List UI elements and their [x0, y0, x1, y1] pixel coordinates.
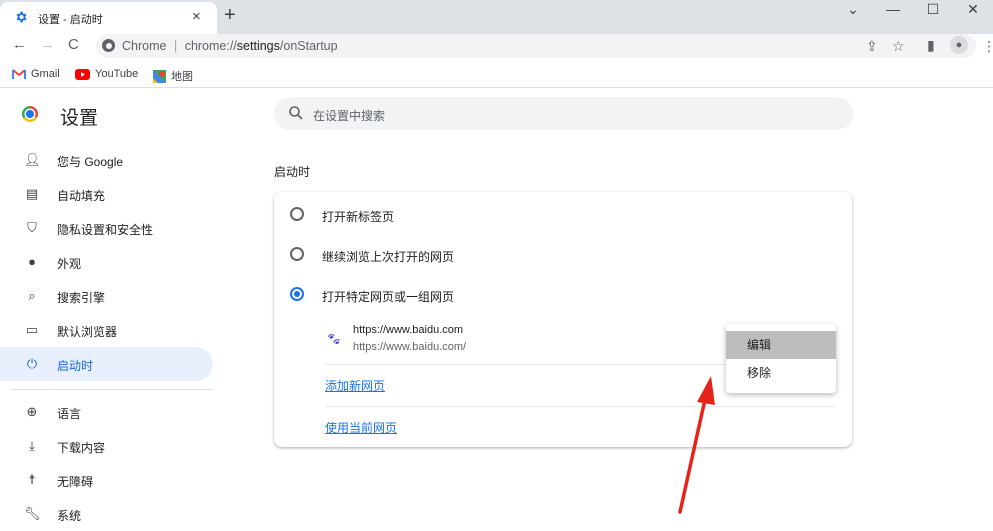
sidebar-item-label: 您与 Google	[57, 155, 124, 169]
page-title: 设置	[60, 108, 99, 129]
radio-specific-pages[interactable]	[290, 287, 304, 301]
divider	[325, 406, 835, 407]
address-text: Chrome | chrome://settings/onStartup	[122, 39, 338, 53]
tab-settings[interactable]: 设置 - 启动时 ×	[0, 2, 217, 34]
palette-icon: ●	[28, 254, 36, 269]
menu-item-edit[interactable]: 编辑	[726, 331, 836, 359]
sidebar-item-you-and-google[interactable]: 👤︎ 您与 Google	[0, 143, 213, 177]
sidebar-item-downloads[interactable]: ⤓ 下载内容	[0, 429, 213, 463]
tab-search-icon[interactable]: ⌄	[833, 0, 873, 30]
browser-window-icon: ▭	[25, 322, 39, 337]
side-panel-icon[interactable]: ▮	[927, 37, 935, 54]
person-icon: 👤︎	[24, 152, 41, 167]
sidebar-item-label: 搜索引擎	[57, 291, 106, 305]
bookmark-youtube[interactable]: YouTube	[75, 68, 138, 80]
forward-icon[interactable]: →	[40, 36, 55, 53]
option-label: 打开新标签页	[322, 210, 395, 224]
back-icon[interactable]: ←	[12, 36, 27, 53]
bookmark-label: 地图	[171, 71, 193, 83]
chrome-icon	[102, 39, 115, 52]
gear-icon	[16, 11, 27, 23]
sidebar-item-label: 默认浏览器	[57, 325, 118, 339]
sidebar-item-label: 启动时	[57, 359, 94, 373]
accessibility-icon: ☨	[28, 472, 36, 487]
gmail-icon	[12, 68, 26, 79]
settings-search-input[interactable]: 在设置中搜索	[274, 97, 853, 130]
radio-new-tab[interactable]	[290, 207, 304, 221]
startup-page-url: https://www.baidu.com/	[353, 341, 467, 353]
bookmark-gmail[interactable]: Gmail	[12, 68, 60, 80]
sidebar-item-system[interactable]: 🔧︎ 系统	[0, 497, 213, 531]
bookmark-star-icon[interactable]: ☆	[892, 38, 905, 55]
search-placeholder: 在设置中搜索	[313, 109, 386, 123]
search-icon	[289, 106, 303, 120]
sidebar-item-label: 语言	[57, 407, 82, 421]
maximize-icon[interactable]: ☐	[913, 0, 953, 30]
bookmark-maps[interactable]: 地图	[153, 68, 193, 84]
sidebar-item-default-browser[interactable]: ▭ 默认浏览器	[0, 313, 213, 347]
shield-icon: ⛉	[27, 220, 37, 235]
sidebar-divider	[12, 389, 212, 390]
tab-strip: 设置 - 启动时 × + ⌄ — ☐ ✕	[0, 0, 993, 34]
power-icon: ⏻	[26, 356, 38, 371]
toolbar: ← → C Chrome | chrome://settings/onStart…	[0, 34, 993, 60]
sidebar-item-label: 无障碍	[57, 475, 94, 489]
sidebar-item-appearance[interactable]: ● 外观	[0, 245, 213, 279]
wrench-icon: 🔧︎	[24, 506, 41, 521]
bookmarks-bar: Gmail YouTube 地图	[0, 62, 993, 88]
clipboard-icon: ▤	[25, 186, 39, 201]
use-current-pages-link[interactable]: 使用当前网页	[325, 419, 397, 436]
bookmark-label: YouTube	[95, 68, 139, 80]
add-new-page-link[interactable]: 添加新网页	[325, 377, 385, 394]
sidebar-item-accessibility[interactable]: ☨ 无障碍	[0, 463, 213, 497]
bookmark-label: Gmail	[31, 68, 60, 80]
startup-page-title: https://www.baidu.com	[353, 324, 464, 336]
sidebar-item-search-engine[interactable]: ⌕ 搜索引擎	[0, 279, 213, 313]
option-label: 打开特定网页或一组网页	[322, 290, 455, 304]
share-icon[interactable]: ⇪	[866, 38, 878, 55]
new-tab-button[interactable]: +	[224, 4, 236, 27]
download-icon: ⤓	[29, 438, 35, 453]
baidu-paw-icon: 🐾︎	[326, 332, 342, 346]
tab-title: 设置 - 启动时	[38, 14, 103, 26]
sidebar-item-label: 系统	[57, 509, 82, 523]
sidebar-item-label: 下载内容	[57, 441, 106, 455]
window-controls: ⌄ — ☐ ✕	[833, 0, 993, 30]
globe-icon: ⊕	[26, 404, 38, 419]
sidebar-item-privacy[interactable]: ⛉ 隐私设置和安全性	[0, 211, 213, 245]
address-bar[interactable]: Chrome | chrome://settings/onStartup ⇪ ☆	[96, 34, 976, 58]
menu-icon[interactable]: ⋮	[982, 38, 993, 55]
sidebar-item-autofill[interactable]: ▤ 自动填充	[0, 177, 213, 211]
sidebar-item-label: 隐私设置和安全性	[57, 223, 154, 237]
profile-avatar-icon[interactable]: ●	[950, 36, 968, 54]
tab-close-icon[interactable]: ×	[192, 8, 201, 25]
sidebar-item-on-startup[interactable]: ⏻ 启动时	[0, 347, 213, 381]
startup-page-context-menu: 编辑 移除	[726, 324, 836, 393]
option-label: 继续浏览上次打开的网页	[322, 250, 455, 264]
sidebar-item-languages[interactable]: ⊕ 语言	[0, 395, 213, 429]
minimize-icon[interactable]: —	[873, 0, 913, 30]
menu-item-remove[interactable]: 移除	[726, 359, 836, 387]
youtube-icon	[75, 68, 90, 80]
close-window-icon[interactable]: ✕	[953, 0, 993, 30]
maps-icon	[153, 69, 166, 83]
sidebar-item-label: 自动填充	[57, 189, 106, 203]
chrome-logo-icon	[22, 106, 38, 122]
startup-options-card: 打开新标签页 继续浏览上次打开的网页 打开特定网页或一组网页 🐾︎ https:…	[274, 192, 852, 447]
section-title: 启动时	[274, 165, 311, 179]
search-icon: ⌕	[28, 288, 36, 303]
radio-continue[interactable]	[290, 247, 304, 261]
sidebar-item-label: 外观	[57, 257, 82, 271]
reload-icon[interactable]: C	[68, 36, 79, 53]
